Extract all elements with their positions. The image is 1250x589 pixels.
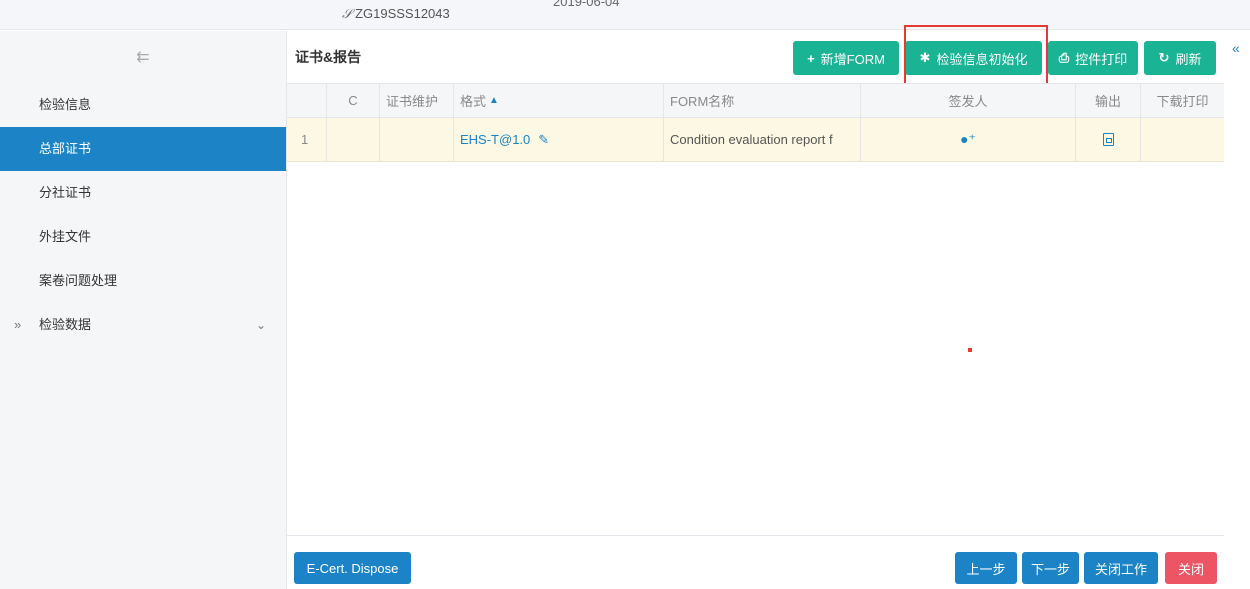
init-inspection-info-button[interactable]: ✱ 检验信息初始化 [905, 41, 1042, 75]
sidebar-item-label: 案卷问题处理 [39, 273, 118, 288]
sidebar-collapse-icon[interactable]: ⇇ [0, 31, 286, 83]
header-download-print[interactable]: 下载打印 [1141, 84, 1224, 117]
sidebar-item-label: 分社证书 [39, 185, 92, 200]
header-format-label: 格式 [460, 94, 487, 109]
header-output[interactable]: 输出 [1076, 84, 1141, 117]
main-panel: 证书&报告 + 新增FORM ✱ 检验信息初始化 ⎙ 控件打印 ↻ 刷新 C 证书维护 … [287, 25, 1224, 589]
sort-ascending-icon: ▲ [489, 95, 499, 106]
chevron-down-icon: ⌄ [255, 318, 266, 332]
cell-c [327, 118, 380, 161]
pencil-edit-icon[interactable]: ✎ [538, 132, 549, 148]
red-marker [968, 348, 972, 352]
cell-form-name: Condition evaluation report f [664, 118, 861, 161]
sidebar-item-inspection-info[interactable]: 检验信息 [0, 83, 286, 127]
printer-icon: ⎙ [1058, 50, 1070, 65]
sidebar-item-inspection-data[interactable]: » 检验数据 ⌄ [0, 303, 286, 347]
ecert-dispose-button[interactable]: E-Cert. Dispose [294, 552, 411, 584]
format-link[interactable]: EHS-T@1.0 [460, 132, 530, 147]
previous-step-button[interactable]: 上一步 [955, 552, 1017, 584]
sidebar: ⇇ 检验信息 总部证书 分社证书 外挂文件 案卷问题处理 » 检验数据 ⌄ [0, 31, 287, 589]
new-form-button[interactable]: + 新增FORM [793, 41, 899, 75]
sidebar-item-case-issues[interactable]: 案卷问题处理 [0, 259, 286, 303]
table-row[interactable]: 1 EHS-T@1.0 ✎ Condition evaluation report… [287, 118, 1224, 162]
sidebar-item-external-files[interactable]: 外挂文件 [0, 215, 286, 259]
next-step-button[interactable]: 下一步 [1022, 552, 1079, 584]
refresh-icon: ↻ [1158, 50, 1170, 65]
sidebar-item-hq-certificate[interactable]: 总部证书 [0, 127, 286, 171]
cell-signer: ●⁺ [861, 118, 1076, 161]
cell-cert-maintain [380, 118, 454, 161]
top-info-strip: 𝒮 ZG19SSS12043 2019-06-04 [0, 0, 1250, 30]
cell-output [1076, 118, 1141, 161]
close-button[interactable]: 关闭 [1165, 552, 1217, 584]
header-format[interactable]: 格式 ▲ [454, 84, 664, 117]
header-index [287, 84, 327, 117]
init-info-label: 检验信息初始化 [936, 51, 1028, 67]
reference-number: 𝒮 ZG19SSS12043 [342, 6, 450, 22]
control-print-button[interactable]: ⎙ 控件打印 [1048, 41, 1138, 75]
table-header: C 证书维护 格式 ▲ FORM名称 签发人 输出 下载打印 [287, 84, 1224, 118]
refresh-button[interactable]: ↻ 刷新 [1144, 41, 1216, 75]
panel-title: 证书&报告 [295, 49, 362, 65]
header-form-name[interactable]: FORM名称 [664, 84, 861, 117]
refresh-label: 刷新 [1175, 51, 1202, 67]
close-work-button[interactable]: 关闭工作 [1084, 552, 1158, 584]
header-signer[interactable]: 签发人 [861, 84, 1076, 117]
sidebar-item-label: 检验数据 [39, 317, 92, 332]
row-index: 1 [287, 118, 327, 161]
asterisk-icon: ✱ [919, 50, 931, 65]
sidebar-item-label: 检验信息 [39, 97, 92, 112]
header-cert-maintain[interactable]: 证书维护 [380, 84, 454, 117]
footer-bar: E-Cert. Dispose 上一步 下一步 关闭工作 关闭 [287, 535, 1224, 589]
sidebar-item-label: 总部证书 [39, 141, 92, 156]
cell-download-print [1141, 118, 1224, 161]
date-text: 2019-06-04 [553, 0, 620, 9]
double-chevron-right-icon: » [14, 317, 22, 332]
control-print-label: 控件打印 [1075, 51, 1128, 67]
sidebar-item-branch-certificate[interactable]: 分社证书 [0, 171, 286, 215]
cell-format[interactable]: EHS-T@1.0 ✎ [454, 118, 664, 161]
link-icon: 𝒮 [342, 6, 353, 21]
plus-icon: + [807, 50, 815, 66]
double-chevron-left-icon[interactable]: « [1232, 40, 1240, 56]
add-user-icon[interactable]: ●⁺ [960, 131, 976, 148]
forms-table: C 证书维护 格式 ▲ FORM名称 签发人 输出 下载打印 1 EHS-T@1.… [287, 83, 1224, 535]
reference-number-text: ZG19SSS12043 [355, 6, 450, 21]
pdf-icon[interactable] [1102, 133, 1114, 146]
header-c[interactable]: C [327, 84, 380, 117]
new-form-label: 新增FORM [820, 51, 885, 67]
sidebar-item-label: 外挂文件 [39, 229, 92, 244]
